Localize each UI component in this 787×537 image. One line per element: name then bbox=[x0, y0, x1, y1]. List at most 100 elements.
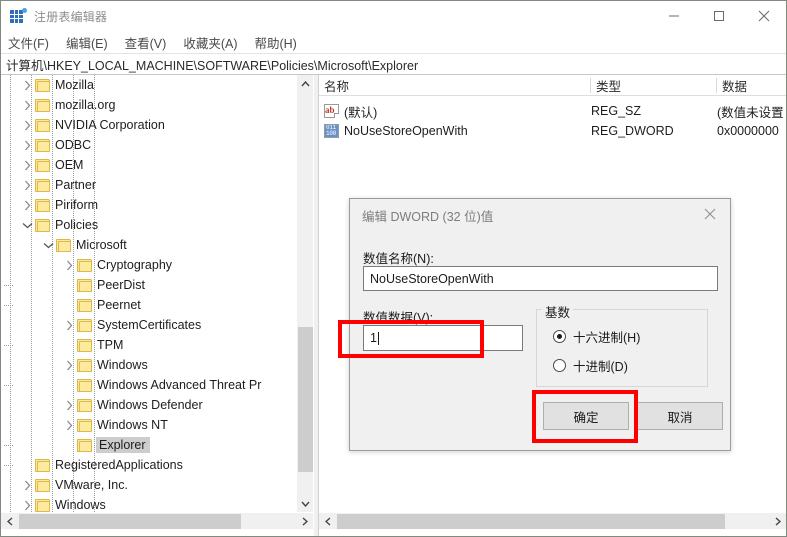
chevron-down-icon[interactable] bbox=[40, 235, 56, 255]
chevron-right-icon[interactable] bbox=[19, 175, 35, 195]
value-name-input[interactable]: NoUseStoreOpenWith bbox=[363, 266, 718, 291]
tree-scroll-thumb[interactable] bbox=[298, 327, 313, 472]
tree-item-label: TPM bbox=[97, 338, 124, 352]
tree-item-peernet[interactable]: Peernet bbox=[1, 295, 296, 315]
chevron-right-icon[interactable] bbox=[61, 395, 77, 415]
table-row[interactable]: 011 100 NoUseStoreOpenWith REG_DWORD 0x00… bbox=[319, 121, 786, 141]
chevron-right-icon[interactable] bbox=[61, 355, 77, 375]
chevron-right-icon[interactable] bbox=[61, 255, 77, 275]
radio-hexadecimal-label: 十六进制(H) bbox=[573, 331, 641, 345]
tree-item-registeredapplications[interactable]: RegisteredApplications bbox=[1, 455, 296, 475]
value-type-cell: REG_DWORD bbox=[591, 124, 674, 138]
folder-icon bbox=[77, 338, 92, 352]
registry-tree[interactable]: Mozilla mozilla.org NVIDIA Corporation ODBC… bbox=[1, 75, 296, 512]
menu-item-help[interactable]: 帮助(H) bbox=[254, 33, 296, 52]
chevron-right-icon[interactable] bbox=[19, 75, 35, 95]
folder-icon bbox=[77, 398, 92, 412]
tree-scroll-up-arrow[interactable] bbox=[297, 75, 313, 92]
tree-item-peerdist[interactable]: PeerDist bbox=[1, 275, 296, 295]
column-header-name[interactable]: 名称 bbox=[319, 75, 591, 96]
tree-item-windows-nt[interactable]: Windows NT bbox=[1, 415, 296, 435]
values-scroll-left-arrow[interactable] bbox=[319, 513, 336, 530]
maximize-button[interactable] bbox=[696, 1, 741, 31]
column-header-data[interactable]: 数据 bbox=[717, 75, 786, 96]
tree-item-label: Windows bbox=[97, 358, 148, 372]
chevron-right-icon[interactable] bbox=[19, 195, 35, 215]
chevron-right-icon[interactable] bbox=[61, 415, 77, 435]
tree-item-label: Policies bbox=[55, 218, 99, 232]
column-header-type[interactable]: 类型 bbox=[591, 75, 717, 96]
value-name-cell: ab (默认) bbox=[324, 102, 377, 121]
tree-item-piriform[interactable]: Piriform bbox=[1, 195, 296, 215]
address-bar[interactable]: 计算机\HKEY_LOCAL_MACHINE\SOFTWARE\Policies… bbox=[1, 53, 786, 75]
chevron-right-icon[interactable] bbox=[19, 95, 35, 115]
menu-item-favorites[interactable]: 收藏夹(A) bbox=[183, 33, 237, 52]
tree-item-label: RegisteredApplications bbox=[55, 458, 183, 472]
tree-item-label: Windows Advanced Threat Pr bbox=[97, 378, 262, 392]
text-caret bbox=[377, 331, 379, 345]
tree-item-label: Explorer bbox=[96, 437, 150, 453]
folder-icon bbox=[35, 138, 50, 152]
tree-item-mozilla[interactable]: Mozilla bbox=[1, 75, 296, 95]
tree-item-nvidia-corporation[interactable]: NVIDIA Corporation bbox=[1, 115, 296, 135]
tree-item-tpm[interactable]: TPM bbox=[1, 335, 296, 355]
dialog-close-button[interactable] bbox=[690, 199, 730, 229]
tree-connector bbox=[4, 455, 35, 475]
tree-hscroll-thumb[interactable] bbox=[19, 514, 241, 529]
address-path: 计算机\HKEY_LOCAL_MACHINE\SOFTWARE\Policies… bbox=[6, 58, 419, 73]
tree-item-oem[interactable]: OEM bbox=[1, 155, 296, 175]
registry-editor-icon bbox=[10, 8, 27, 24]
cancel-button[interactable]: 取消 bbox=[637, 402, 723, 430]
menu-item-file[interactable]: 文件(F) bbox=[8, 33, 49, 52]
value-data-input[interactable]: 1 bbox=[363, 325, 523, 351]
folder-icon bbox=[77, 258, 92, 272]
chevron-right-icon[interactable] bbox=[19, 495, 35, 512]
ok-button[interactable]: 确定 bbox=[543, 402, 629, 430]
tree-connector bbox=[4, 275, 77, 295]
value-data-cell: 0x0000000 bbox=[717, 124, 779, 138]
chevron-right-icon[interactable] bbox=[19, 475, 35, 495]
values-hscroll-thumb[interactable] bbox=[337, 514, 725, 529]
tree-item-explorer[interactable]: Explorer bbox=[1, 435, 296, 455]
radio-hexadecimal[interactable]: 十六进制(H) bbox=[553, 327, 640, 346]
tree-item-mozilla-org[interactable]: mozilla.org bbox=[1, 95, 296, 115]
folder-icon bbox=[77, 358, 92, 372]
tree-scroll-down-arrow[interactable] bbox=[297, 495, 313, 512]
radio-decimal-label: 十进制(D) bbox=[573, 360, 628, 374]
tree-item-policies[interactable]: Policies bbox=[1, 215, 296, 235]
window-controls bbox=[651, 1, 786, 31]
tree-horizontal-scrollbar[interactable] bbox=[1, 512, 313, 529]
menu-item-edit[interactable]: 编辑(E) bbox=[66, 33, 108, 52]
tree-item-windows[interactable]: Windows bbox=[1, 355, 296, 375]
tree-item-odbc[interactable]: ODBC bbox=[1, 135, 296, 155]
tree-item-windows-advanced-threat-pr[interactable]: Windows Advanced Threat Pr bbox=[1, 375, 296, 395]
chevron-right-icon[interactable] bbox=[19, 155, 35, 175]
table-row[interactable]: ab (默认) REG_SZ (数值未设置 bbox=[319, 101, 786, 121]
tree-scroll-right-arrow[interactable] bbox=[296, 513, 313, 530]
tree-item-cryptography[interactable]: Cryptography bbox=[1, 255, 296, 275]
folder-icon bbox=[35, 218, 50, 232]
chevron-down-icon[interactable] bbox=[19, 215, 35, 235]
tree-item-partner[interactable]: Partner bbox=[1, 175, 296, 195]
chevron-right-icon[interactable] bbox=[61, 315, 77, 335]
close-button[interactable] bbox=[741, 1, 786, 31]
folder-icon bbox=[56, 238, 71, 252]
menu-item-view[interactable]: 查看(V) bbox=[125, 33, 167, 52]
chevron-right-icon[interactable] bbox=[19, 115, 35, 135]
values-scroll-right-arrow[interactable] bbox=[769, 513, 786, 530]
values-horizontal-scrollbar[interactable] bbox=[319, 512, 786, 529]
window-title: 注册表编辑器 bbox=[34, 9, 108, 24]
chevron-right-icon[interactable] bbox=[19, 135, 35, 155]
minimize-button[interactable] bbox=[651, 1, 696, 31]
tree-item-windows[interactable]: Windows bbox=[1, 495, 296, 512]
tree-item-windows-defender[interactable]: Windows Defender bbox=[1, 395, 296, 415]
radio-decimal[interactable]: 十进制(D) bbox=[553, 356, 628, 375]
tree-scroll-left-arrow[interactable] bbox=[1, 513, 18, 530]
tree-item-systemcertificates[interactable]: SystemCertificates bbox=[1, 315, 296, 335]
tree-item-vmware-inc[interactable]: VMware, Inc. bbox=[1, 475, 296, 495]
tree-item-microsoft[interactable]: Microsoft bbox=[1, 235, 296, 255]
tree-vertical-scrollbar[interactable] bbox=[296, 75, 313, 512]
tree-item-label: Piriform bbox=[55, 198, 99, 212]
tree-item-label: SystemCertificates bbox=[97, 318, 202, 332]
title-bar: 注册表编辑器 bbox=[1, 1, 786, 31]
